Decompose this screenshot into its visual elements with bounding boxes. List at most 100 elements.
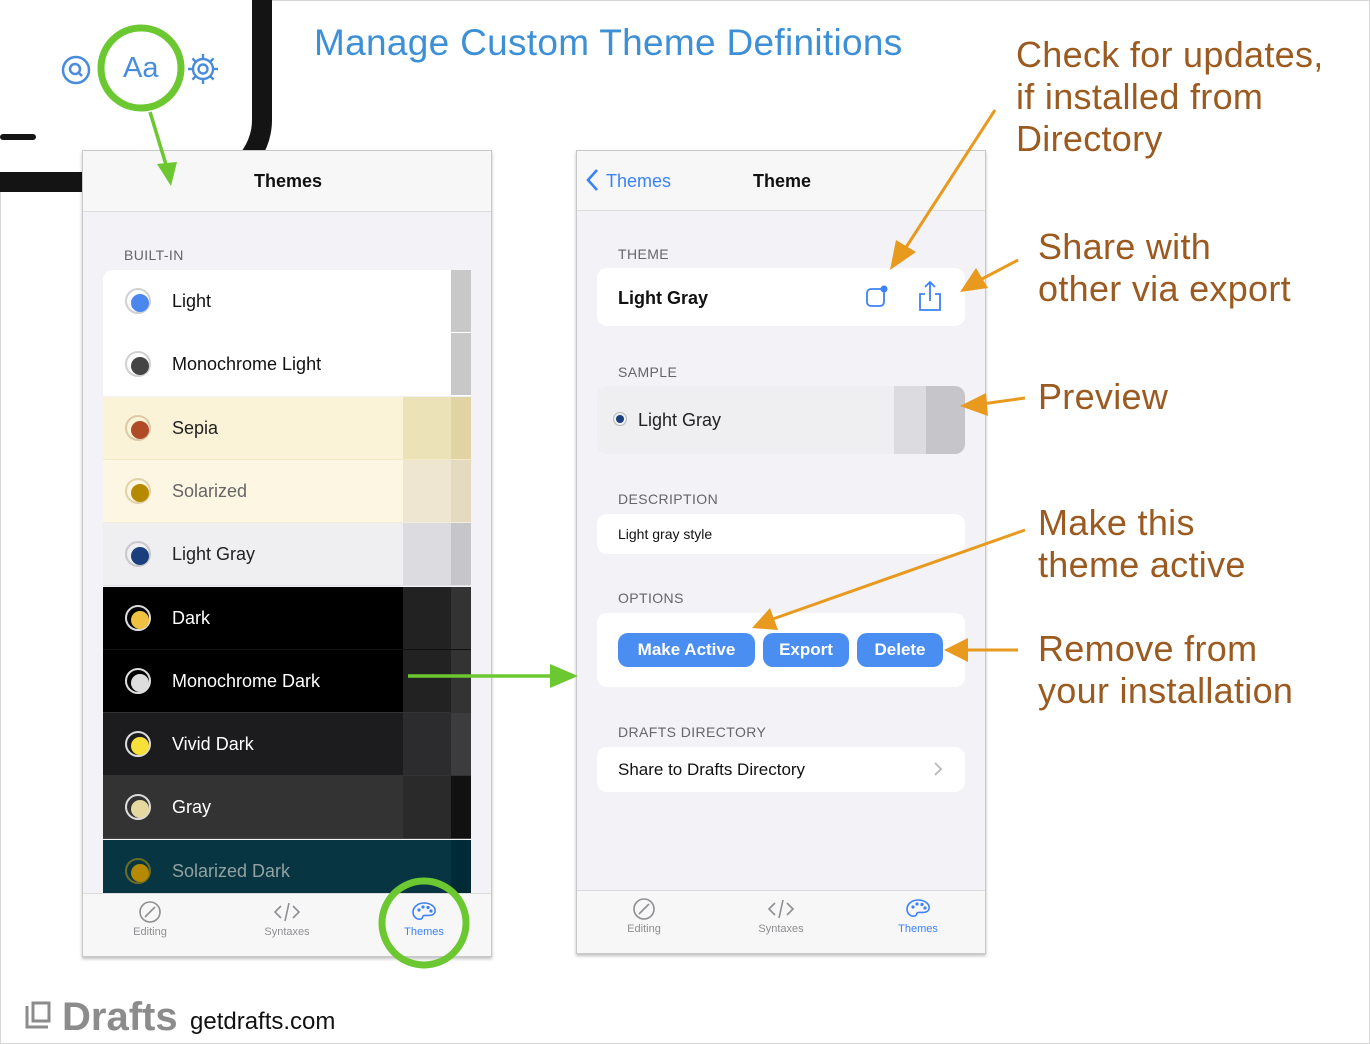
theme-swatch-primary [403,270,451,333]
code-icon [767,899,795,919]
device-bar [0,134,36,140]
theme-swatch-primary [403,459,451,523]
tab-editing[interactable]: Editing [100,900,200,938]
theme-row[interactable]: Vivid Dark [103,713,471,777]
tab-syntaxes-label: Syntaxes [758,923,804,935]
options-section-label: OPTIONS [618,590,684,606]
footer-url[interactable]: getdrafts.com [190,1008,335,1036]
themes-tabbar: Editing Syntaxes Themes [83,893,491,956]
description-text: Light gray style [618,526,713,542]
chevron-right-icon [933,761,943,782]
theme-swatch-primary [403,523,451,587]
theme-name-card: Light Gray [597,268,965,326]
sample-radio [613,412,627,426]
theme-detail-screen: Themes Theme THEME Light Gray SAMPLE Lig… [576,150,986,954]
page-headline: Manage Custom Theme Definitions [314,22,903,63]
back-button[interactable]: Themes [606,171,671,192]
annotation-preview: Preview [1038,376,1169,417]
search-icon[interactable] [60,54,92,91]
theme-label: Monochrome Light [172,354,322,375]
theme-row[interactable]: Gray [103,776,471,840]
chevron-left-icon [585,168,599,197]
drafts-logo-text: Drafts [62,995,178,1039]
delete-button[interactable]: Delete [857,633,943,667]
theme-name: Light Gray [618,288,709,308]
theme-row[interactable]: Dark [103,586,471,650]
theme-row[interactable]: Solarized [103,459,471,523]
theme-label: Vivid Dark [172,734,254,755]
tab-syntaxes[interactable]: Syntaxes [237,900,337,938]
theme-row[interactable]: Light Gray [103,523,471,587]
theme-swatch-secondary [451,459,471,523]
palette-icon [412,902,436,920]
theme-radio-icon [125,794,151,821]
sample-swatch-light [894,386,926,454]
share-directory-link[interactable]: Share to Drafts Directory [618,760,805,780]
theme-radio-icon [125,857,151,884]
theme-swatch-secondary [451,396,471,460]
tab-syntaxes-label: Syntaxes [264,926,310,938]
theme-row[interactable]: Monochrome Dark [103,649,471,713]
compass-icon [633,898,655,920]
theme-radio-icon [125,731,151,758]
theme-radio-icon [125,541,151,568]
tab-syntaxes[interactable]: Syntaxes [731,897,831,935]
theme-swatch-primary [403,333,451,397]
theme-tabbar: Editing Syntaxes Themes [577,890,985,953]
theme-swatch-secondary [451,586,471,650]
theme-swatch-primary [403,396,451,460]
sample-swatch-dark [926,386,965,454]
theme-radio-icon [125,604,151,631]
theme-radio-icon [125,414,151,441]
tab-themes[interactable]: Themes [374,900,474,938]
theme-label: Solarized Dark [172,860,291,881]
options-card: Make Active Export Delete [597,613,965,687]
share-icon[interactable] [917,280,943,317]
theme-row[interactable]: Monochrome Light [103,333,471,397]
export-button[interactable]: Export [763,633,849,667]
theme-swatch-primary [403,586,451,650]
palette-icon [906,899,930,917]
themes-navbar: Themes [83,151,491,212]
tab-editing-label: Editing [627,923,661,935]
themes-screen: Themes BUILT-IN Light Monochrome Light Sep… [82,150,492,957]
font-settings-icon[interactable]: Aa [123,52,158,85]
theme-radio-icon [125,288,151,314]
description-card: Light gray style [597,514,965,554]
theme-label: Monochrome Dark [172,670,321,691]
make-active-button[interactable]: Make Active [618,633,755,667]
theme-radio-icon [125,477,151,504]
theme-label: Light Gray [172,544,256,565]
theme-row[interactable]: Sepia [103,396,471,460]
theme-swatch-secondary [451,776,471,840]
theme-swatch-secondary [451,270,471,333]
theme-label: Light [172,291,212,311]
tab-themes[interactable]: Themes [868,897,968,935]
sample-section-label: SAMPLE [618,364,678,380]
theme-radio-icon [125,351,151,378]
theme-swatch-primary [403,776,451,840]
annotation-check-updates: Check for updates, if installed from Direc… [1016,34,1324,159]
theme-swatch-secondary [451,649,471,713]
theme-label: Gray [172,797,212,818]
theme-label: Dark [172,607,211,628]
theme-label: Solarized [172,480,248,501]
theme-row[interactable]: Light [103,270,471,333]
sample-preview-card: Light Gray [597,386,965,454]
theme-swatch-secondary [451,713,471,777]
gear-icon[interactable] [186,52,220,91]
themes-title: Themes [254,171,323,191]
directory-section-label: DRAFTS DIRECTORY [618,724,767,740]
built-in-section-label: BUILT-IN [124,247,184,263]
theme-swatch-primary [403,649,451,713]
tab-editing-label: Editing [133,926,167,938]
theme-label: Sepia [172,417,219,438]
check-updates-icon[interactable] [865,284,889,313]
directory-card[interactable]: Share to Drafts Directory [597,747,965,792]
drafts-logo-icon [24,1000,52,1035]
tab-themes-label: Themes [898,923,938,935]
compass-icon [139,901,161,923]
theme-radio-icon [125,667,151,694]
sample-label: Light Gray [638,410,722,430]
tab-editing[interactable]: Editing [594,897,694,935]
